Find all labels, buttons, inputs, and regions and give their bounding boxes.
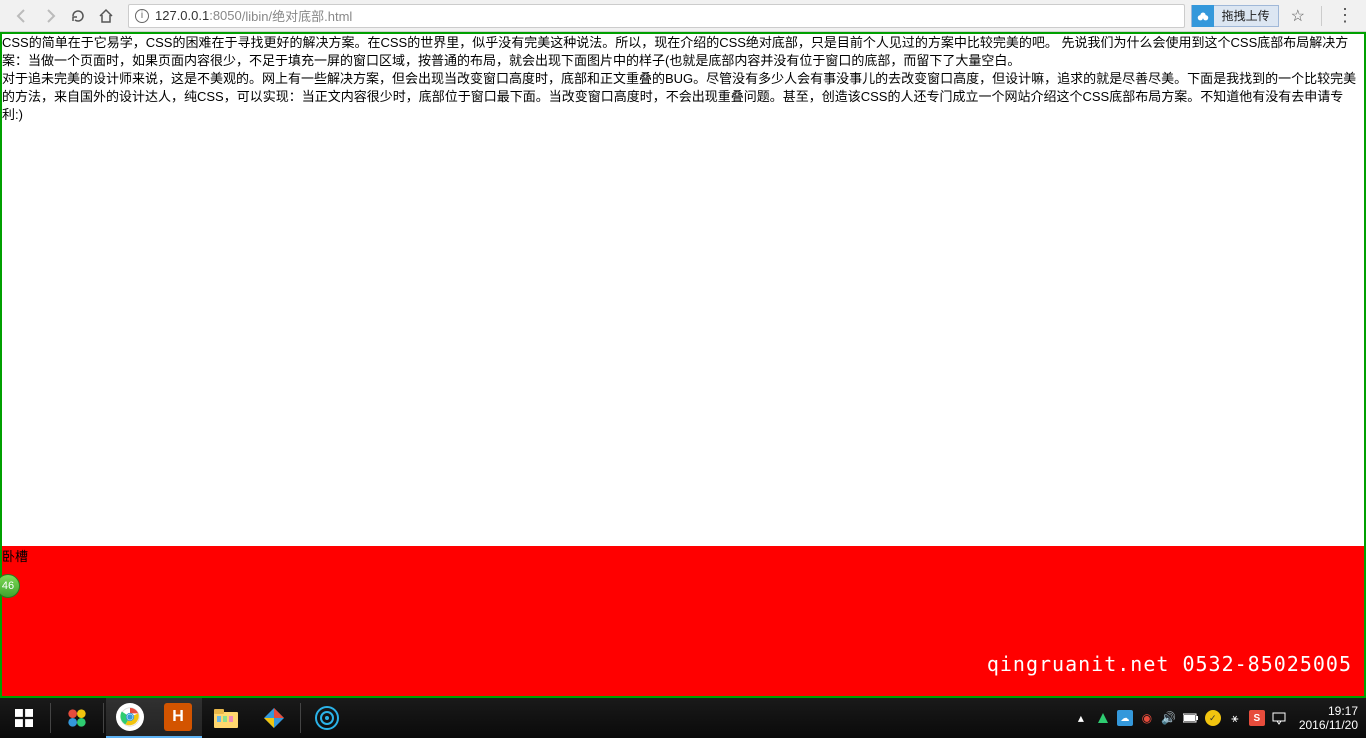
tray-date-text: 2016/11/20 [1299, 718, 1358, 732]
tray-icon-6[interactable]: ✓ [1205, 710, 1221, 726]
taskbar-hbuilder[interactable]: H [154, 698, 202, 738]
tray-icon-3[interactable]: ◉ [1139, 710, 1155, 726]
tray-ime-icon[interactable]: S [1249, 710, 1265, 726]
tray-battery-icon[interactable] [1183, 710, 1199, 726]
tray-action-center-icon[interactable] [1271, 710, 1287, 726]
taskbar-app-4[interactable] [250, 698, 298, 738]
bookmark-star-icon[interactable]: ☆ [1283, 6, 1313, 26]
taskbar-chrome[interactable] [106, 698, 154, 738]
address-bar[interactable]: i 127.0.0.1 :8050 /libin/绝对底部.html [128, 4, 1185, 28]
tray-time-text: 19:17 [1299, 704, 1358, 718]
windows-taskbar: H ▴ ☁ ◉ 🔊 ✓ ⚹ S 19:17 2016/11/20 [0, 698, 1366, 738]
tray-up-icon[interactable]: ▴ [1073, 710, 1089, 726]
footer-contact: qingruanit.net 0532-85025005 [987, 652, 1352, 676]
divider [1321, 6, 1322, 26]
divider [50, 703, 51, 733]
divider [103, 703, 104, 733]
url-path: /libin/绝对底部.html [242, 6, 353, 25]
tray-icon-1[interactable] [1095, 710, 1111, 726]
back-button[interactable] [12, 6, 32, 26]
taskbar-app-5[interactable] [303, 698, 351, 738]
sticky-footer: 卧槽 46 qingruanit.net 0532-85025005 [2, 546, 1364, 696]
nav-buttons [6, 6, 122, 26]
badge-number: 46 [2, 580, 14, 592]
tray-icon-2[interactable]: ☁ [1117, 710, 1133, 726]
footer-label: 卧槽 [2, 546, 28, 565]
taskbar-explorer[interactable] [202, 698, 250, 738]
taskbar-app-1[interactable] [53, 698, 101, 738]
page-viewport: CSS的简单在于它易学，CSS的困难在于寻找更好的解决方案。在CSS的世界里，似… [0, 32, 1366, 698]
badge-circle[interactable]: 46 [0, 574, 20, 598]
browser-right-controls: 拖拽上传 ☆ ⋮ [1191, 5, 1360, 27]
article-content: CSS的简单在于它易学，CSS的困难在于寻找更好的解决方案。在CSS的世界里，似… [2, 34, 1364, 124]
menu-button[interactable]: ⋮ [1330, 5, 1360, 26]
url-port: :8050 [209, 8, 242, 23]
baidu-upload-badge[interactable]: 拖拽上传 [1191, 5, 1279, 27]
start-button[interactable] [0, 698, 48, 738]
reload-button[interactable] [68, 6, 88, 26]
divider [300, 703, 301, 733]
browser-toolbar: i 127.0.0.1 :8050 /libin/绝对底部.html 拖拽上传 … [0, 0, 1366, 32]
tray-clock[interactable]: 19:17 2016/11/20 [1293, 704, 1358, 732]
system-tray: ▴ ☁ ◉ 🔊 ✓ ⚹ S 19:17 2016/11/20 [1073, 704, 1366, 732]
baidu-label: 拖拽上传 [1214, 7, 1278, 24]
forward-button[interactable] [40, 6, 60, 26]
site-info-icon[interactable]: i [135, 9, 149, 23]
url-host: 127.0.0.1 [155, 8, 209, 23]
tray-network-icon[interactable]: ⚹ [1227, 710, 1243, 726]
paragraph-1: CSS的简单在于它易学，CSS的困难在于寻找更好的解决方案。在CSS的世界里，似… [2, 34, 1364, 70]
home-button[interactable] [96, 6, 116, 26]
paragraph-2: 对于追未完美的设计师来说，这是不美观的。网上有一些解决方案，但会出现当改变窗口高… [2, 70, 1364, 124]
tray-volume-icon[interactable]: 🔊 [1161, 710, 1177, 726]
cloud-icon [1192, 5, 1214, 27]
